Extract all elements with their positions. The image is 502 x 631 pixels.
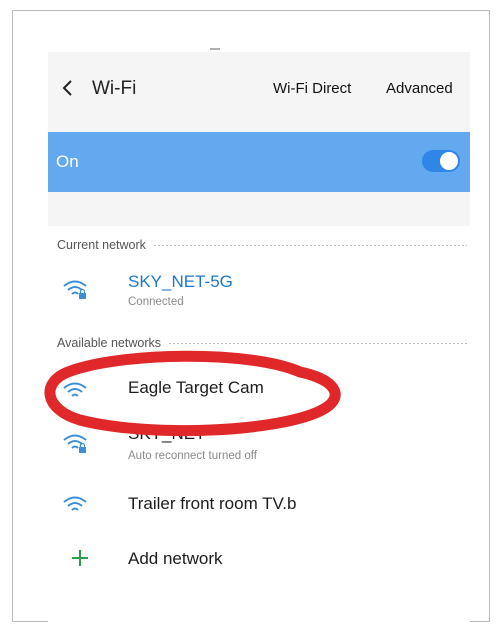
network-row-sky-net[interactable]: SKY_NET Auto reconnect turned off <box>48 422 470 472</box>
back-arrow-icon[interactable] <box>58 78 78 98</box>
network-name: SKY_NET <box>128 424 206 443</box>
section-label-available: Available networks <box>57 336 161 350</box>
section-label-current: Current network <box>57 238 146 252</box>
toggle-knob <box>440 152 458 170</box>
network-name: Trailer front room TV.b <box>128 494 297 513</box>
network-name: SKY_NET-5G <box>128 272 233 291</box>
network-row-trailer-tv[interactable]: Trailer front room TV.b <box>48 484 470 524</box>
network-row-current[interactable]: SKY_NET-5G Connected <box>48 266 470 314</box>
status-bar-fragment <box>210 48 220 50</box>
wifi-settings-screen: Wi-Fi Wi-Fi Direct Advanced On Current n… <box>48 52 470 622</box>
wifi-open-icon <box>63 496 87 511</box>
network-name: Eagle Target Cam <box>128 378 264 397</box>
network-row-eagle-target-cam[interactable]: Eagle Target Cam <box>48 370 470 410</box>
dotted-divider <box>153 244 467 246</box>
plus-icon <box>72 550 88 566</box>
wifi-master-switch-row[interactable]: On <box>48 132 470 192</box>
wifi-locked-icon <box>63 280 87 299</box>
network-status: Auto reconnect turned off <box>128 450 257 462</box>
wifi-locked-icon <box>63 434 87 453</box>
wifi-direct-button[interactable]: Wi-Fi Direct <box>273 80 351 97</box>
page-title: Wi-Fi <box>92 78 137 99</box>
app-header: Wi-Fi Wi-Fi Direct Advanced <box>48 52 470 124</box>
wifi-open-icon <box>63 382 87 397</box>
section-header-current: Current network <box>57 238 467 252</box>
add-network-button[interactable]: Add network <box>48 538 470 578</box>
network-status: Connected <box>128 296 184 308</box>
wifi-toggle-switch[interactable] <box>422 150 460 172</box>
add-network-label: Add network <box>128 549 223 568</box>
wifi-switch-label: On <box>56 152 79 171</box>
section-header-available: Available networks <box>57 336 467 350</box>
advanced-button[interactable]: Advanced <box>386 80 453 97</box>
dotted-divider <box>169 342 467 344</box>
